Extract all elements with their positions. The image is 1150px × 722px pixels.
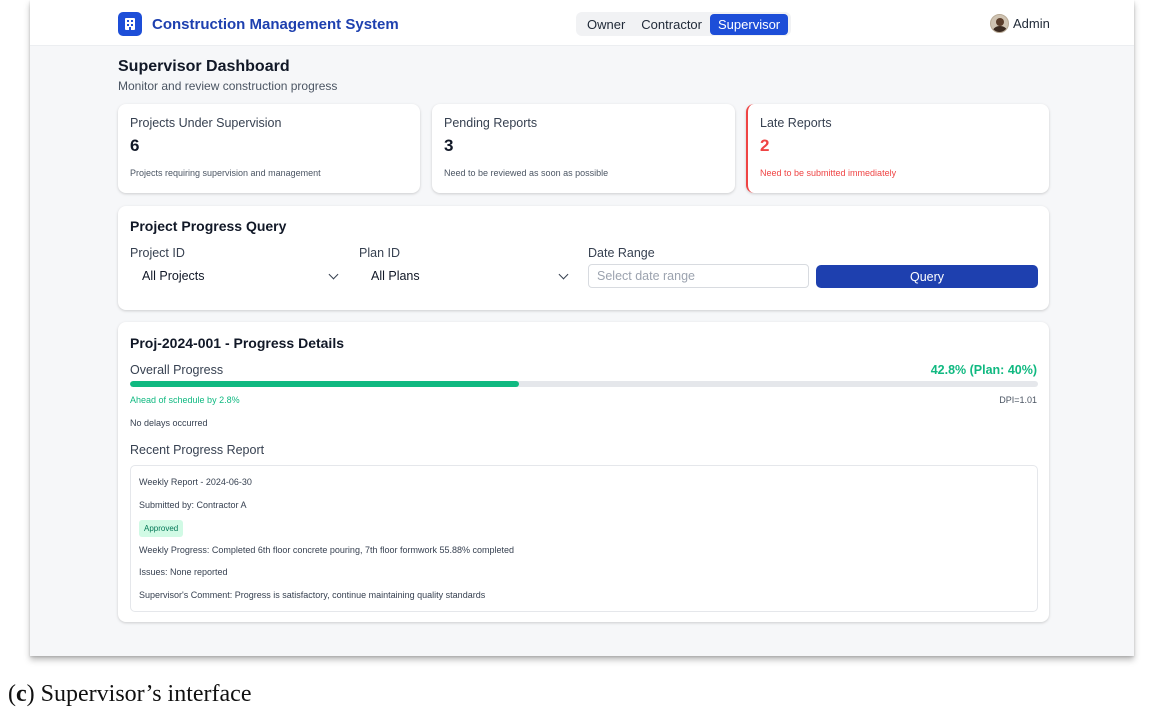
user-name: Admin bbox=[1013, 16, 1050, 31]
stat-value: 2 bbox=[760, 136, 770, 155]
query-title: Project Progress Query bbox=[130, 218, 287, 234]
project-id-value: All Projects bbox=[142, 269, 205, 283]
role-tab-supervisor[interactable]: Supervisor bbox=[710, 13, 789, 35]
figure-caption: (c) Supervisor’s interface bbox=[8, 681, 252, 707]
progress-card: Proj-2024-001 - Progress Details Overall… bbox=[118, 322, 1049, 622]
chevron-down-icon bbox=[558, 269, 569, 279]
report-title: Weekly Report - 2024-06-30 bbox=[139, 477, 252, 487]
page-subtitle: Monitor and review construction progress bbox=[118, 79, 338, 93]
brand[interactable]: Construction Management System bbox=[118, 12, 399, 36]
dpi-value: DPI=1.01 bbox=[999, 395, 1037, 405]
date-range-label: Date Range bbox=[588, 246, 655, 260]
query-card: Project Progress Query Project ID All Pr… bbox=[118, 206, 1049, 310]
status-badge: Approved bbox=[139, 520, 184, 537]
plan-id-select[interactable]: All Plans bbox=[359, 264, 582, 288]
stat-card-late: Late Reports 2 Need to be submitted imme… bbox=[746, 104, 1049, 193]
stat-description: Projects requiring supervision and manag… bbox=[130, 168, 321, 178]
query-button[interactable]: Query bbox=[816, 265, 1038, 288]
plan-id-label: Plan ID bbox=[359, 246, 400, 260]
report-comment: Supervisor's Comment: Progress is satisf… bbox=[139, 590, 486, 600]
recent-report-title: Recent Progress Report bbox=[130, 443, 265, 457]
building-icon bbox=[118, 12, 142, 36]
report-weekly-progress: Weekly Progress: Completed 6th floor con… bbox=[139, 545, 515, 555]
progress-title: Proj-2024-001 - Progress Details bbox=[130, 335, 344, 351]
caption-text: Supervisor’s interface bbox=[34, 681, 252, 707]
report-issues: Issues: None reported bbox=[139, 567, 228, 577]
role-switcher: Owner Contractor Supervisor bbox=[576, 12, 792, 36]
top-navbar: Construction Management System Owner Con… bbox=[30, 0, 1134, 46]
date-range-input[interactable] bbox=[588, 264, 809, 288]
report-card: Weekly Report - 2024-06-30 Submitted by:… bbox=[130, 465, 1038, 612]
plan-id-value: All Plans bbox=[371, 269, 420, 283]
progress-bar bbox=[130, 381, 1038, 387]
chevron-down-icon bbox=[328, 269, 339, 279]
stat-description: Need to be reviewed as soon as possible bbox=[444, 168, 609, 178]
user-menu[interactable]: Admin bbox=[990, 14, 1050, 33]
stat-value: 6 bbox=[130, 136, 140, 155]
stat-label: Pending Reports bbox=[444, 116, 538, 130]
report-submitter: Submitted by: Contractor A bbox=[139, 500, 247, 510]
caption-letter: c bbox=[16, 681, 27, 707]
page-title: Supervisor Dashboard bbox=[118, 58, 290, 75]
progress-bar-fill bbox=[130, 381, 519, 387]
stat-value: 3 bbox=[444, 136, 454, 155]
stat-label: Projects Under Supervision bbox=[130, 116, 282, 130]
project-id-label: Project ID bbox=[130, 246, 185, 260]
overall-progress-label: Overall Progress bbox=[130, 363, 224, 377]
app-title: Construction Management System bbox=[152, 15, 399, 33]
app-window: Construction Management System Owner Con… bbox=[30, 0, 1134, 656]
role-tab-owner[interactable]: Owner bbox=[579, 14, 633, 35]
project-id-select[interactable]: All Projects bbox=[130, 264, 352, 288]
stat-card-projects: Projects Under Supervision 6 Projects re… bbox=[118, 104, 420, 193]
stat-card-pending: Pending Reports 3 Need to be reviewed as… bbox=[432, 104, 735, 193]
schedule-status: Ahead of schedule by 2.8% bbox=[130, 395, 240, 405]
delay-status: No delays occurred bbox=[130, 418, 208, 428]
stat-description: Need to be submitted immediately bbox=[760, 168, 897, 178]
overall-progress-percent: 42.8% (Plan: 40%) bbox=[930, 363, 1037, 377]
role-tab-contractor[interactable]: Contractor bbox=[633, 14, 710, 35]
avatar bbox=[990, 14, 1009, 33]
stat-label: Late Reports bbox=[760, 116, 832, 130]
